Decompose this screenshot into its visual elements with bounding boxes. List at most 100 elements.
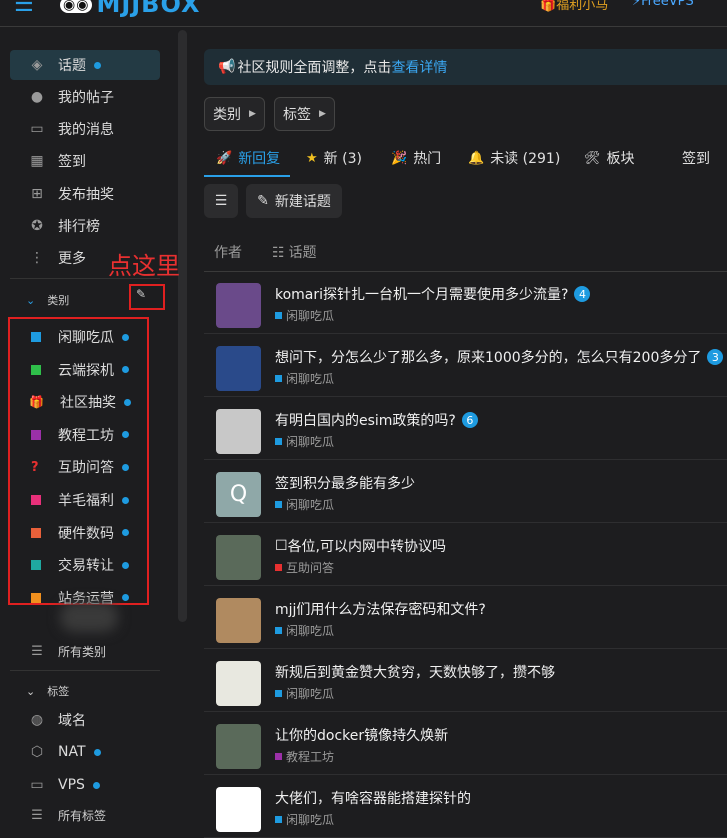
sidebar-item-leaderboard[interactable]: ✪ 排行榜 <box>10 211 160 241</box>
tag-filter-dropdown[interactable]: 标签 ▶ <box>274 97 335 131</box>
topic-category-link[interactable]: 互助问答 <box>275 559 334 576</box>
tab-boards[interactable]: 🛠 板块 <box>584 148 635 168</box>
tab-label: 热门 <box>413 151 442 167</box>
sidebar-item-label: 更多 <box>58 251 86 267</box>
column-topic[interactable]: ☷ 话题 <box>272 242 317 262</box>
avatar[interactable] <box>216 661 261 706</box>
sidebar-tag-domain[interactable]: ◍ 域名 <box>10 705 160 735</box>
sidebar-category-item[interactable]: 硬件数码 <box>10 518 150 548</box>
sidebar-tag-nat[interactable]: ⬡ NAT <box>10 737 160 767</box>
logo-text: MJJBOX <box>96 0 201 18</box>
unread-dot <box>122 366 129 374</box>
caret-right-icon: ▶ <box>319 109 326 119</box>
sidebar-category-item[interactable]: ? 互助问答 <box>10 452 150 482</box>
sidebar-item-label: 我的帖子 <box>58 90 114 106</box>
sidebar-category-item[interactable]: 交易转让 <box>10 550 150 580</box>
sidebar-item-my-messages[interactable]: ▭ 我的消息 <box>10 114 160 144</box>
topic-row[interactable]: 让你的docker镜像持久焕新 教程工坊 <box>204 713 727 775</box>
topic-row[interactable]: Q 签到积分最多能有多少 闲聊吃瓜 <box>204 461 727 523</box>
sidebar-category-item[interactable]: 羊毛福利 <box>10 485 150 515</box>
topic-row[interactable]: 想问下，分怎么少了那么多，原来1000多分的，怎么只有200多分了 3 闲聊吃瓜 <box>204 335 727 397</box>
topic-row[interactable]: 有明白国内的esim政策的吗? 6 闲聊吃瓜 <box>204 398 727 460</box>
topic-title-link[interactable]: 新规后到黄金赞大贫穷，天数快够了，攒不够 <box>275 662 555 682</box>
category-color-swatch <box>275 438 282 445</box>
filter-label: 标签 <box>283 107 311 123</box>
topic-title-link[interactable]: 签到积分最多能有多少 <box>275 473 415 493</box>
top-link-welfare[interactable]: 🎁福利小马 <box>540 0 608 13</box>
bulk-menu-button[interactable]: ☰ <box>204 184 238 218</box>
topic-title-link[interactable]: 大佬们，有啥容器能搭建探针的 <box>275 788 471 808</box>
tab-latest[interactable]: 🚀 新回复 <box>216 148 280 168</box>
sidebar-item-checkin[interactable]: ▦ 签到 <box>10 146 160 176</box>
avatar[interactable] <box>216 409 261 454</box>
edit-icon: ✎ <box>257 193 269 209</box>
topic-title-link[interactable]: komari探针扎一台机一个月需要使用多少流量? 4 <box>275 284 591 304</box>
topic-row[interactable]: ☐ 各位,可以内网中转协议吗互助问答 <box>204 524 727 586</box>
topic-title-link[interactable]: 让你的docker镜像持久焕新 <box>275 725 448 745</box>
tab-new[interactable]: ★ 新 (3) <box>306 148 362 168</box>
topic-title-link[interactable]: 有明白国内的esim政策的吗? 6 <box>275 410 478 430</box>
avatar[interactable] <box>216 535 261 580</box>
tab-label: 未读 (291) <box>490 151 561 167</box>
sidebar-item-lottery[interactable]: ⊞ 发布抽奖 <box>10 179 160 209</box>
sidebar-tag-vps[interactable]: ▭ VPS <box>10 770 160 800</box>
sidebar-all-tags[interactable]: ☰ 所有标签 <box>10 801 160 829</box>
column-author[interactable]: 作者 <box>214 242 242 262</box>
topic-title-link[interactable]: 想问下，分怎么少了那么多，原来1000多分的，怎么只有200多分了 3 <box>275 347 724 367</box>
tab-label: 新 (3) <box>323 151 362 167</box>
sidebar-item-my-posts[interactable]: ● 我的帖子 <box>10 82 160 112</box>
tags-section-header[interactable]: ⌄ 标签 <box>26 683 69 699</box>
category-color-swatch <box>275 312 282 319</box>
avatar[interactable] <box>216 283 261 328</box>
sidebar-scrollbar[interactable] <box>178 30 187 622</box>
unread-count-badge[interactable]: 4 <box>574 286 591 302</box>
avatar[interactable] <box>216 598 261 643</box>
avatar[interactable] <box>216 787 261 832</box>
topic-row[interactable]: 新规后到黄金赞大贫穷，天数快够了，攒不够 闲聊吃瓜 <box>204 650 727 712</box>
top-link-freevps[interactable]: ⚡FreeVPS <box>632 0 694 9</box>
category-label: 互助问答 <box>286 561 335 575</box>
topic-category-link[interactable]: 闲聊吃瓜 <box>275 370 334 387</box>
party-icon: 🎉 <box>391 150 408 166</box>
topic-row[interactable]: mjj们用什么方法保存密码和文件? 闲聊吃瓜 <box>204 587 727 649</box>
hamburger-menu-icon[interactable]: ☰ <box>14 0 34 17</box>
topic-category-link[interactable]: 闲聊吃瓜 <box>275 685 334 702</box>
sidebar-category-item[interactable]: 🎁 社区抽奖 <box>10 387 150 417</box>
sidebar-item-label: 话题 <box>58 58 86 74</box>
sidebar-category-item[interactable]: 教程工坊 <box>10 420 150 450</box>
caret-right-icon: ▶ <box>249 109 256 119</box>
tab-hot[interactable]: 🎉 热门 <box>391 148 441 168</box>
sidebar-item-topics[interactable]: ◈ 话题 <box>10 50 160 80</box>
topic-category-link[interactable]: 闲聊吃瓜 <box>275 307 334 324</box>
topic-row[interactable]: komari探针扎一台机一个月需要使用多少流量? 4 闲聊吃瓜 <box>204 272 727 334</box>
topic-category-link[interactable]: 闲聊吃瓜 <box>275 496 334 513</box>
topic-title-link[interactable]: ☐ 各位,可以内网中转协议吗 <box>275 536 446 556</box>
banner-details-link[interactable]: 查看详情 <box>391 57 447 77</box>
avatar[interactable] <box>216 346 261 391</box>
sidebar-item-label: 社区抽奖 <box>60 395 116 412</box>
avatar[interactable]: Q <box>216 472 261 517</box>
topic-title: komari探针扎一台机一个月需要使用多少流量? <box>275 287 569 303</box>
new-topic-button[interactable]: ✎ 新建话题 <box>246 184 342 218</box>
topic-category-link[interactable]: 闲聊吃瓜 <box>275 622 334 639</box>
categories-section-header[interactable]: ⌄ 类别 <box>26 292 69 308</box>
site-logo[interactable]: ◉◉ MJJBOX <box>60 0 201 18</box>
avatar[interactable] <box>216 724 261 769</box>
tab-checkin[interactable]: 签到 <box>682 148 710 168</box>
edit-pencil-icon[interactable]: ✎ <box>136 287 146 301</box>
topic-title: mjj们用什么方法保存密码和文件? <box>275 602 486 618</box>
topic-category-link[interactable]: 教程工坊 <box>275 748 334 765</box>
sidebar-category-item[interactable]: 闲聊吃瓜 <box>10 322 150 352</box>
list-icon: ☰ <box>31 807 43 823</box>
unread-dot <box>122 594 129 602</box>
unread-count-badge[interactable]: 3 <box>707 349 724 365</box>
topic-category-link[interactable]: 闲聊吃瓜 <box>275 811 334 828</box>
unread-dot <box>122 463 129 471</box>
sidebar-category-item[interactable]: 云端探机 <box>10 355 150 385</box>
topic-category-link[interactable]: 闲聊吃瓜 <box>275 433 334 450</box>
topic-title-link[interactable]: mjj们用什么方法保存密码和文件? <box>275 599 486 619</box>
unread-count-badge[interactable]: 6 <box>461 412 478 428</box>
sidebar-all-categories[interactable]: ☰ 所有类别 <box>10 637 160 665</box>
category-filter-dropdown[interactable]: 类别 ▶ <box>204 97 265 131</box>
tab-unread[interactable]: 🔔 未读 (291) <box>468 148 560 168</box>
